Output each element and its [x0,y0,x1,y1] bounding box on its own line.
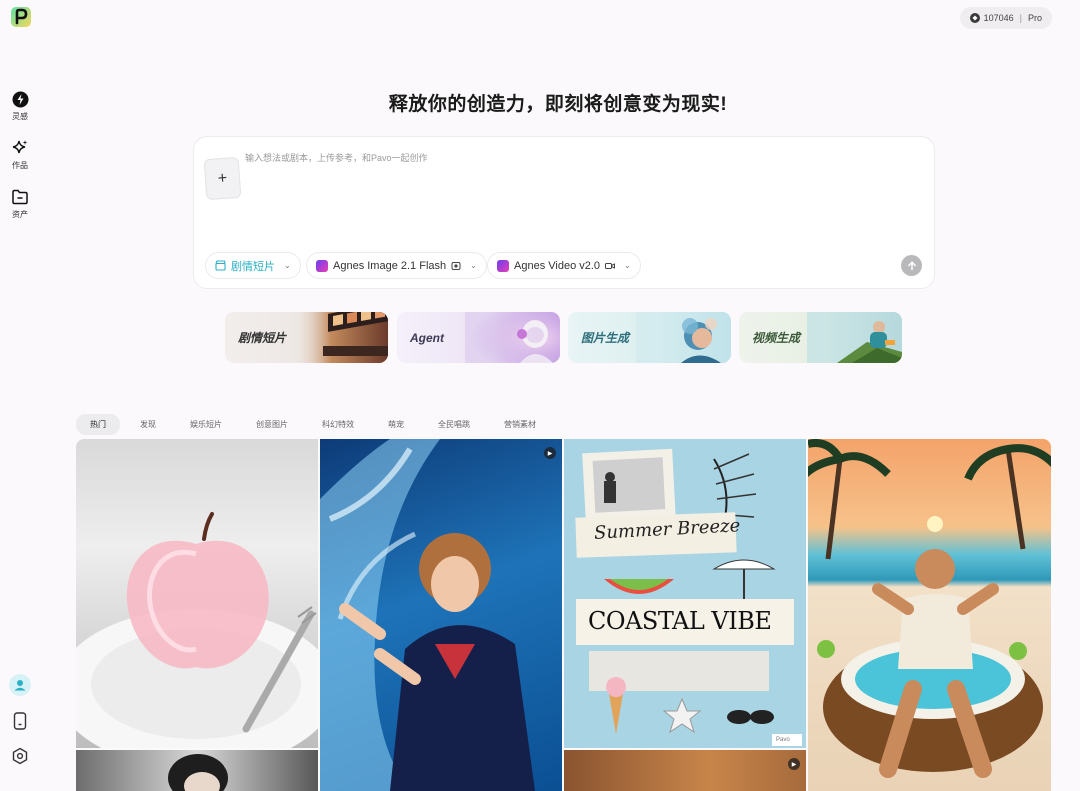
poster-main-title: COASTAL VIBE [588,607,772,635]
video-camera-icon [605,262,616,269]
gallery-item-water-girl[interactable]: ▶ [320,439,562,791]
clapperboard-icon [215,260,226,271]
credits-amount: 107046 [983,13,1014,23]
image-art-icon [636,312,731,363]
feature-label: 视频生成 [752,331,801,345]
poster-watermark: Pavo [776,737,790,743]
mobile-app-icon[interactable] [9,710,31,732]
gallery-item-portrait[interactable] [76,750,318,791]
chevron-down-icon: ⌄ [284,261,291,270]
feature-label: Agent [410,330,444,345]
prompt-composer[interactable]: + 输入想法或剧本，上传参考，和Pavo一起创作 剧情短片 ⌄ Agnes Im… [193,136,935,289]
sidebar-item-assets[interactable]: 资产 [0,188,40,220]
agnes-model-icon [316,259,328,272]
tab-entertainment-shorts[interactable]: 娱乐短片 [176,414,236,435]
sidebar-item-works[interactable]: 作品 [0,139,40,171]
beach-coconut-image [808,439,1051,778]
settings-icon[interactable] [9,745,31,767]
chip-label: Agnes Image 2.1 Flash [333,259,447,272]
sparkle-icon [11,139,29,157]
pavo-logo[interactable] [10,6,32,28]
agnes-model-icon [497,259,509,272]
gallery-item-coastal-poster[interactable]: Summer Breeze COASTAL VIBE Pavo [564,439,806,748]
glass-apple-image [76,512,318,748]
tab-discover[interactable]: 发现 [126,414,170,435]
tab-creative-images[interactable]: 创意图片 [242,414,302,435]
poster-collage-image [575,448,802,746]
feature-video-generation[interactable]: 视频生成 [739,312,902,363]
arrow-up-icon [907,260,916,270]
credits-badge[interactable]: 107046 | Pro [959,7,1052,29]
chip-label: Agnes Video v2.0 [514,259,601,272]
video-model-select[interactable]: Agnes Video v2.0 ⌄ [487,252,641,279]
image-settings-icon [451,261,461,270]
page-headline: 释放你的创造力，即刻将创意变为现实! [388,94,728,115]
portrait-image [168,754,228,791]
gallery-item-video-warm[interactable]: ▶ [564,750,806,791]
gallery-item-glass-apple[interactable] [76,439,318,748]
plan-label: Pro [1027,13,1042,23]
tab-marketing[interactable]: 营销素材 [490,414,550,435]
feature-image-generation[interactable]: 图片生成 [568,312,731,363]
sidebar-item-label: 作品 [12,161,28,170]
gallery-item-coconut-relax[interactable] [808,439,1051,791]
feature-story-short[interactable]: 剧情短片 [225,312,388,363]
feature-label: 图片生成 [581,331,630,345]
prompt-input[interactable]: 输入想法或剧本，上传参考，和Pavo一起创作 [245,151,428,164]
video-art-icon [807,312,902,363]
play-icon: ▶ [544,447,556,459]
upload-reference-button[interactable]: + [203,156,242,201]
send-button[interactable] [901,255,922,276]
film-reel-icon [293,312,388,363]
tab-pets[interactable]: 萌宠 [374,414,418,435]
chevron-down-icon: ⌄ [470,261,477,270]
folder-icon [11,188,29,206]
tab-scifi-effects[interactable]: 科幻特效 [308,414,368,435]
tab-sing-dance[interactable]: 全民唱跳 [424,414,484,435]
feature-agent[interactable]: Agent [397,312,560,363]
sidebar: 灵感 作品 资产 [0,0,40,791]
coin-icon [969,13,980,23]
user-avatar[interactable] [9,674,31,696]
image-model-select[interactable]: Agnes Image 2.1 Flash ⌄ [306,252,487,279]
tab-hot[interactable]: 热门 [76,414,120,435]
category-tabs: 热门 发现 娱乐短片 创意图片 科幻特效 萌宠 全民唱跳 营销素材 [76,414,556,435]
mode-select-story-short[interactable]: 剧情短片 ⌄ [205,252,301,279]
chevron-down-icon: ⌄ [624,261,631,270]
sidebar-item-label: 资产 [12,210,28,219]
chip-label: 剧情短片 [231,260,275,273]
play-icon: ▶ [788,758,800,770]
credits-separator: | [1019,13,1022,23]
feature-label: 剧情短片 [238,331,287,345]
water-splash-image [320,439,535,791]
robot-icon [465,312,560,363]
